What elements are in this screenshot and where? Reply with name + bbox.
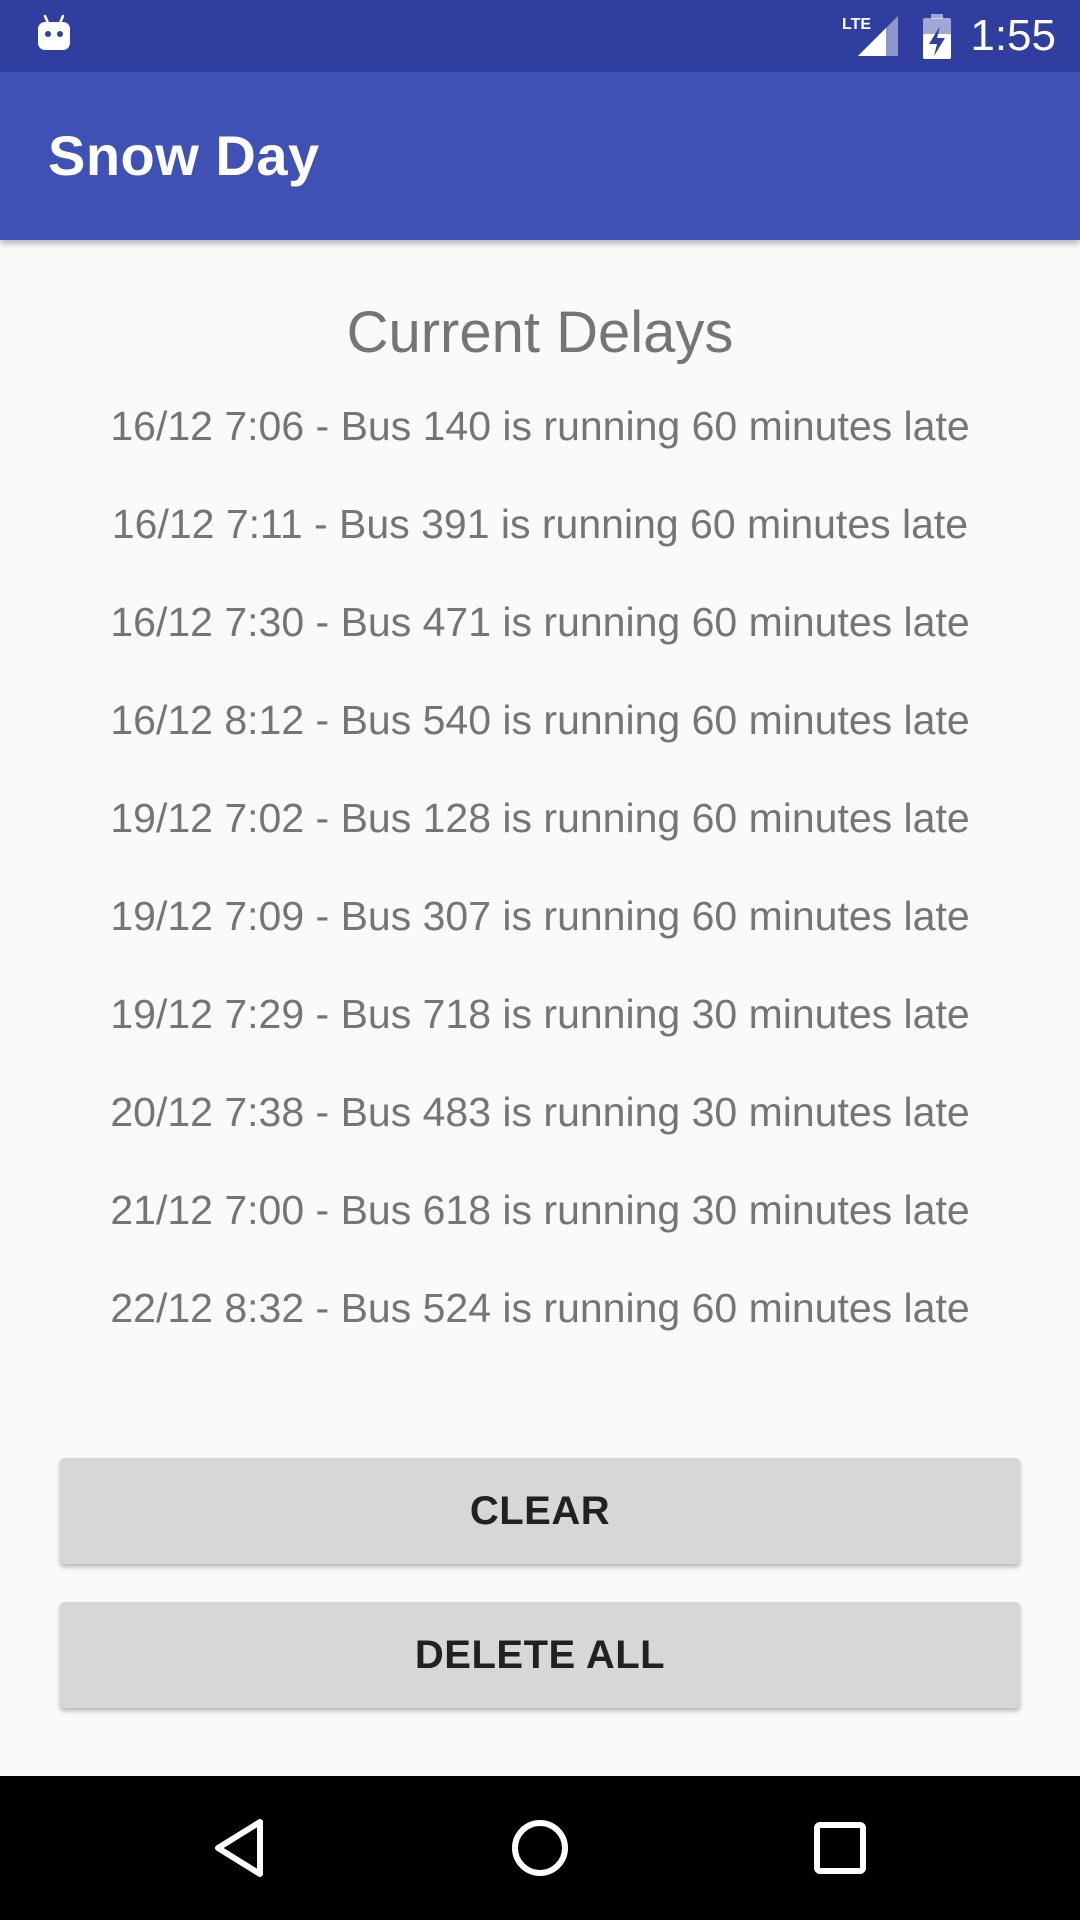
navigation-bar (0, 1776, 1080, 1920)
battery-charging-icon (923, 14, 951, 59)
delay-item: 19/12 7:02 - Bus 128 is running 60 minut… (110, 795, 970, 841)
delay-item: 21/12 7:00 - Bus 618 is running 30 minut… (110, 1187, 970, 1233)
delay-item: 16/12 7:11 - Bus 391 is running 60 minut… (111, 501, 969, 547)
main-content: Current Delays 16/12 7:06 - Bus 140 is r… (0, 240, 1080, 1776)
delay-item: 16/12 8:12 - Bus 540 is running 60 minut… (110, 697, 970, 743)
recents-icon[interactable] (800, 1808, 880, 1888)
delay-item: 16/12 7:30 - Bus 471 is running 60 minut… (110, 599, 970, 645)
android-debug-icon (38, 14, 70, 50)
back-icon[interactable] (200, 1808, 280, 1888)
status-bar: LTE 1:55 (0, 0, 1080, 72)
status-time: 1:55 (970, 11, 1056, 60)
delay-list: 16/12 7:06 - Bus 140 is running 60 minut… (0, 400, 1080, 1380)
delay-item: 22/12 8:32 - Bus 524 is running 60 minut… (110, 1285, 970, 1331)
lte-label: LTE (842, 16, 871, 33)
delay-item: 16/12 7:06 - Bus 140 is running 60 minut… (110, 403, 970, 449)
app-title: Snow Day (48, 124, 320, 187)
clear-button[interactable]: CLEAR (60, 1458, 1020, 1564)
lte-signal-icon: LTE (842, 16, 898, 56)
delay-item: 20/12 7:38 - Bus 483 is running 30 minut… (110, 1089, 970, 1135)
home-icon[interactable] (500, 1808, 580, 1888)
app-bar: Snow Day (0, 72, 1080, 240)
delay-item: 19/12 7:29 - Bus 718 is running 30 minut… (110, 991, 970, 1037)
page-heading: Current Delays (346, 300, 734, 365)
delay-item: 19/12 7:09 - Bus 307 is running 60 minut… (110, 893, 970, 939)
delete-all-button[interactable]: DELETE ALL (60, 1602, 1020, 1708)
